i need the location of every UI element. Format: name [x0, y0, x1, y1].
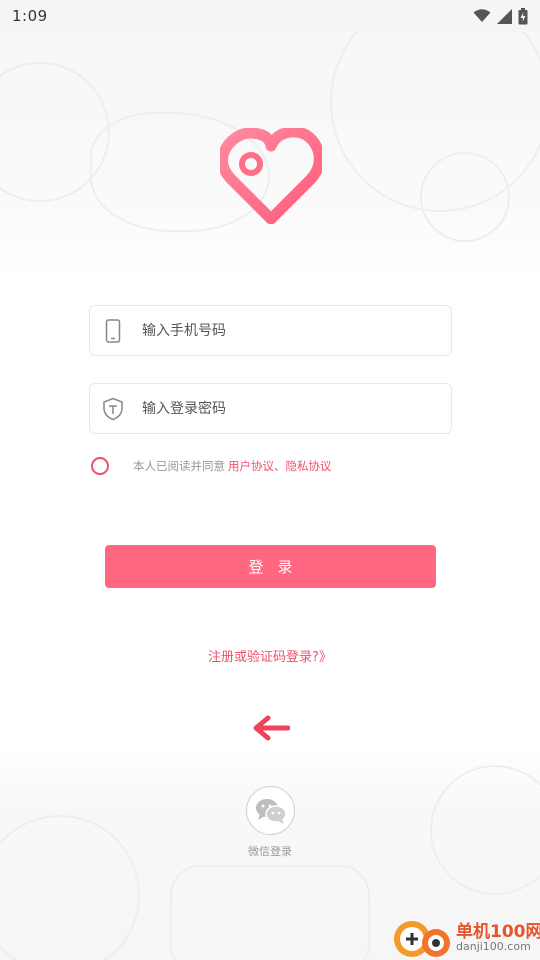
privacy-agreement-link[interactable]: 隐私协议 — [286, 458, 332, 474]
status-bar: 1:09 — [0, 0, 540, 32]
watermark-logo-icon — [394, 921, 450, 957]
agreement-checkbox[interactable] — [91, 457, 109, 475]
password-field[interactable] — [89, 383, 452, 434]
watermark-title: 单机100网 — [456, 922, 540, 942]
phone-icon — [100, 318, 126, 344]
register-or-code-login-link[interactable]: 注册或验证码登录?》 — [0, 646, 540, 665]
phone-input[interactable] — [142, 314, 442, 348]
battery-icon — [518, 7, 528, 24]
cellular-signal-icon — [497, 8, 512, 24]
site-watermark: 单机100网 danji100.com — [390, 915, 540, 960]
wifi-icon — [473, 9, 491, 22]
shield-lock-icon — [100, 396, 126, 422]
wechat-login-label: 微信登录 — [248, 845, 292, 858]
wechat-icon — [255, 798, 287, 824]
status-icons — [473, 7, 528, 25]
wechat-login-button[interactable] — [246, 786, 295, 835]
left-arrow-icon — [253, 715, 290, 741]
phone-field[interactable] — [89, 305, 452, 356]
agreement-prefix: 本人已阅读并同意 — [133, 459, 225, 473]
status-time: 1:09 — [12, 7, 48, 25]
heart-location-pin-logo — [220, 128, 322, 224]
password-input[interactable] — [142, 392, 442, 426]
watermark-url: danji100.com — [456, 940, 531, 953]
login-button[interactable]: 登录 — [105, 545, 436, 588]
user-agreement-link[interactable]: 用户协议 — [228, 458, 274, 474]
agreement-separator: 、 — [274, 459, 286, 473]
agreement-row: 本人已阅读并同意 用户协议 、 隐私协议 — [91, 455, 332, 477]
